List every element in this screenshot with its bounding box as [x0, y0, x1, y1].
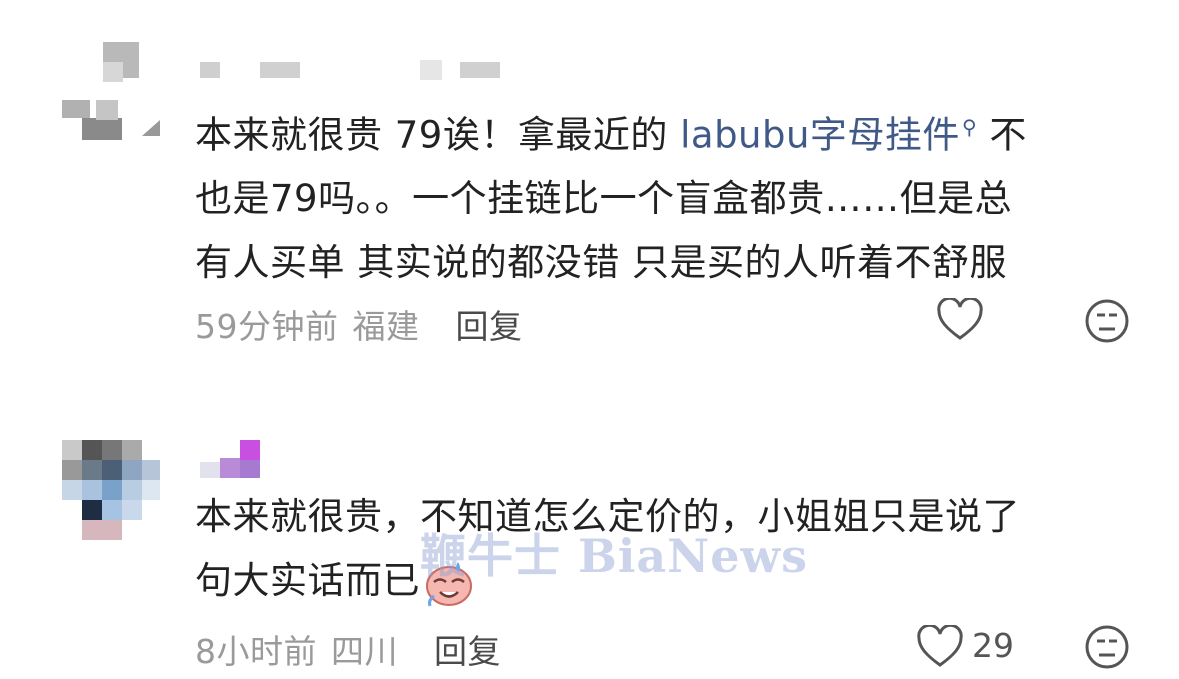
comment-text: 本来就很贵 79诶！拿最近的 labubu字母挂件 ⚲ 不 也是79吗。。一个挂链… — [195, 95, 1027, 295]
comment-meta: 8小时前 四川 回复 — [195, 625, 501, 673]
search-tag-link[interactable]: labubu字母挂件 — [680, 113, 960, 156]
timestamp: 8小时前 — [195, 632, 317, 671]
like-icon[interactable] — [916, 623, 964, 673]
comment-text-part: 本来就很贵 79诶！拿最近的 — [195, 113, 681, 157]
watermark: 鞭牛士 BiaNews — [420, 529, 808, 583]
timestamp: 59分钟前 — [195, 307, 339, 346]
reply-button[interactable]: 回复 — [434, 625, 501, 673]
location: 四川 — [331, 632, 398, 671]
comment-line: 有人买单 其实说的都没错 只是买的人听着不舒服 — [195, 241, 1008, 285]
reply-button[interactable]: 回复 — [456, 300, 523, 348]
comment-line: 也是79吗。。一个挂链比一个盲盒都贵……但是总 — [195, 177, 1013, 221]
comment-line: 句大实话而已 — [195, 559, 420, 602]
like-count: 29 — [972, 626, 1014, 665]
like-icon[interactable] — [936, 296, 984, 346]
location: 福建 — [352, 307, 420, 346]
search-icon: ⚲ — [961, 115, 978, 139]
comment-meta: 59分钟前 福建 回复 — [195, 300, 523, 348]
dislike-emoji-icon[interactable] — [1084, 298, 1130, 348]
dislike-emoji-icon[interactable] — [1084, 624, 1130, 674]
comment-text-part: 不 — [977, 113, 1027, 157]
